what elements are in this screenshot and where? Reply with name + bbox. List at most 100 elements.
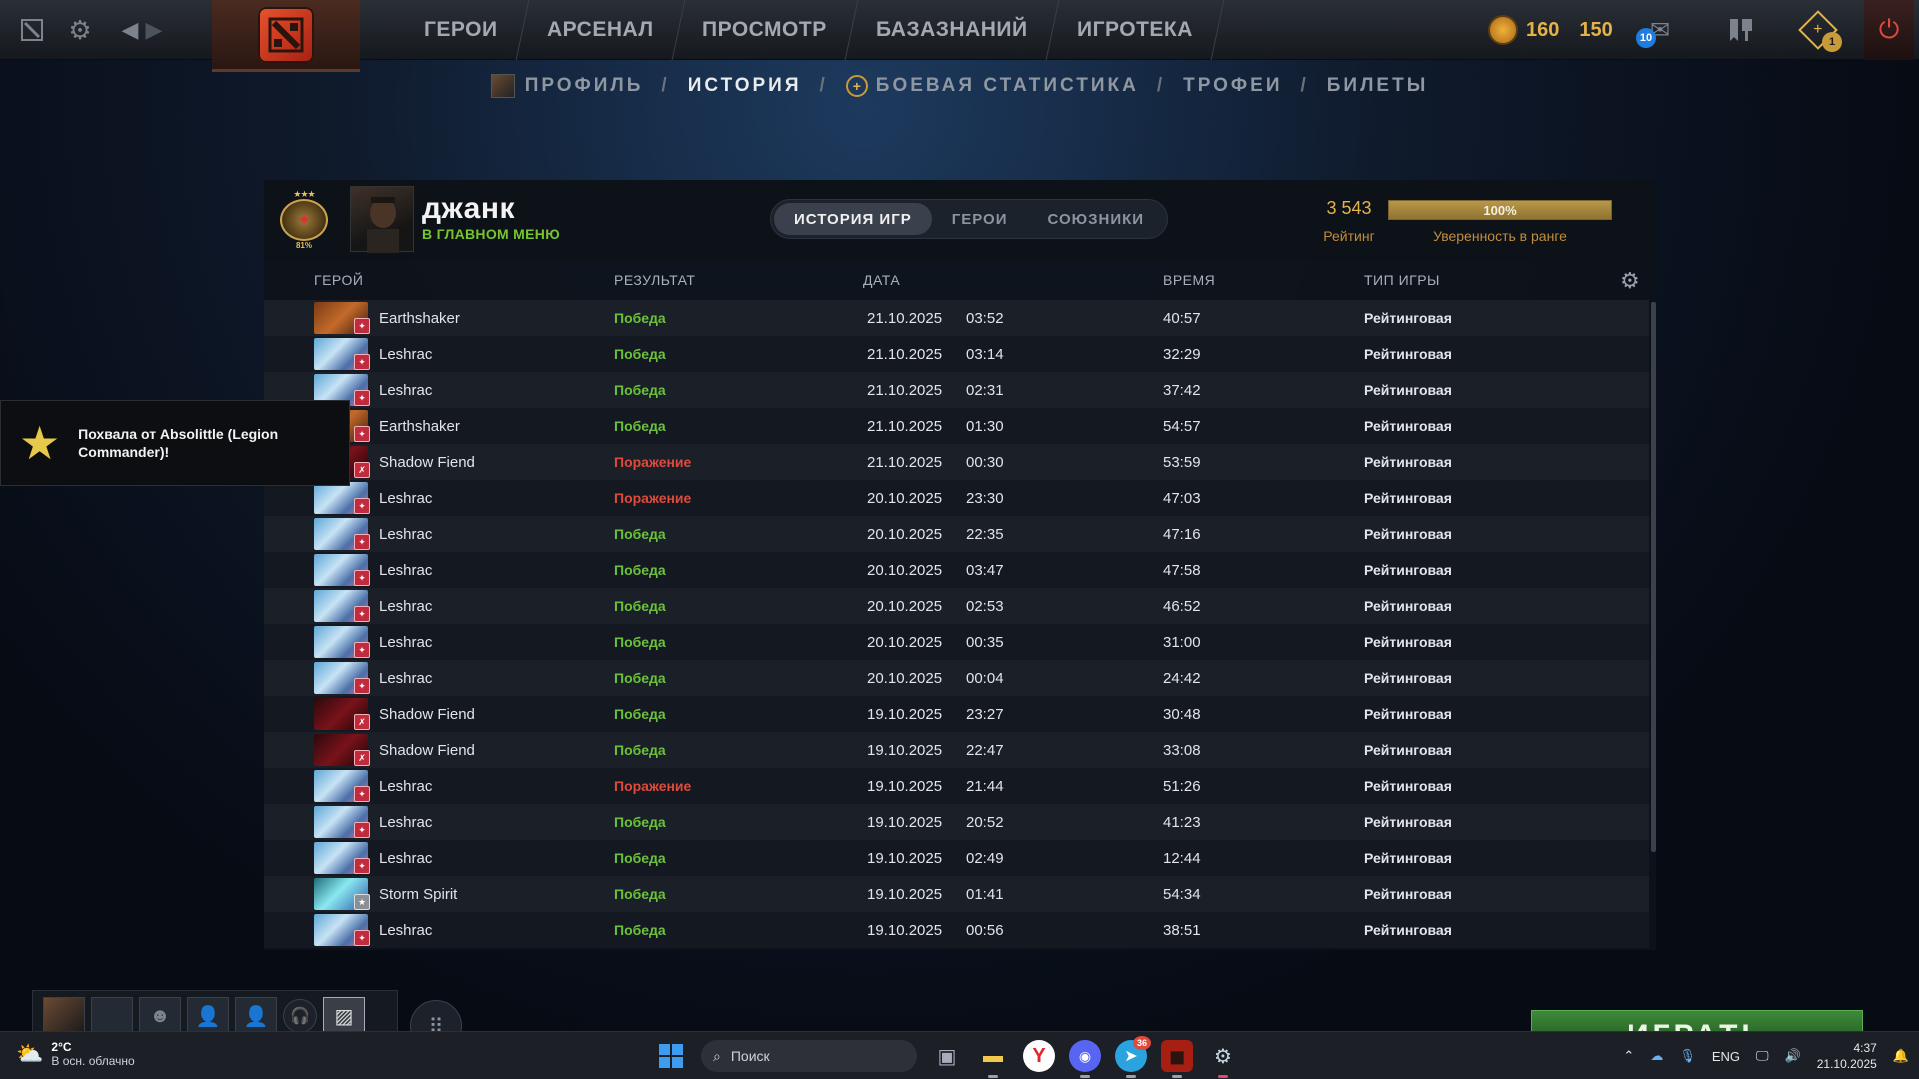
power-button[interactable]: ⏻ (1864, 0, 1914, 60)
match-row[interactable]: ✦ Leshrac Победа 21.10.2025 03:14 32:29 Рейтин… (264, 336, 1649, 372)
player-header: ★★★ ✦ 81% джанк В ГЛАВНОМ МЕНЮ ИСТОРИЯ И… (264, 180, 1656, 260)
tab-match-history[interactable]: ИСТОРИЯ ИГР (774, 203, 932, 235)
match-row[interactable]: ✦ Leshrac Победа 21.10.2025 02:31 37:42 Рейтин… (264, 372, 1649, 408)
tab-allies[interactable]: СОЮЗНИКИ (1028, 203, 1165, 235)
monitor-icon[interactable]: 🖵 (1756, 1048, 1769, 1064)
party-slot-smiley[interactable]: ☻ (139, 997, 181, 1035)
task-view-icon[interactable]: ▣ (931, 1040, 963, 1072)
forward-arrow-icon[interactable]: ▶ (142, 0, 166, 60)
nav-arcade[interactable]: ИГРОТЕКА (1046, 0, 1224, 60)
match-row[interactable]: ✦ Earthshaker Победа 21.10.2025 03:52 40:57 Ре… (264, 300, 1649, 336)
currency-area: 160 150 (1488, 0, 1613, 60)
match-row[interactable]: ✦ Leshrac Победа 19.10.2025 00:56 38:51 Рейтин… (264, 912, 1649, 948)
match-game-type: Рейтинговая (1364, 886, 1452, 902)
match-game-type: Рейтинговая (1364, 814, 1452, 830)
nav-knowledge-base[interactable]: БАЗАЗНАНИЙ (845, 0, 1059, 60)
match-date: 20.10.2025 (867, 525, 943, 543)
match-result: Победа (614, 886, 666, 902)
subnav-combat-stats[interactable]: + БОЕВАЯ СТАТИСТИКА (845, 74, 1139, 97)
match-row[interactable]: ✦ Leshrac Победа 19.10.2025 20:52 41:23 Рейтин… (264, 804, 1649, 840)
power-icon: ⏻ (1878, 14, 1900, 44)
match-start-time: 20:52 (966, 813, 1004, 831)
match-row[interactable]: ✦ Leshrac Победа 20.10.2025 02:53 46:52 Рейтин… (264, 588, 1649, 624)
party-slot[interactable] (91, 997, 133, 1035)
file-explorer-icon[interactable]: ▬ (977, 1040, 1009, 1078)
match-row[interactable]: ✦ Leshrac Победа 20.10.2025 00:35 31:00 Рейтин… (264, 624, 1649, 660)
subnav-trophies[interactable]: ТРОФЕИ (1183, 75, 1282, 97)
mail-button[interactable]: ✉ 10 (1636, 0, 1684, 60)
dota2-taskbar-icon[interactable]: ◼ (1161, 1040, 1193, 1078)
taskbar-search[interactable]: ⌕ Поиск (701, 1040, 917, 1072)
match-row[interactable]: ★ Storm Spirit Победа 19.10.2025 01:41 54:34 Р… (264, 876, 1649, 912)
rank-confidence-bar: 100% (1388, 200, 1612, 220)
match-start-time: 22:35 (966, 525, 1004, 543)
weather-desc: В осн. облачно (51, 1054, 135, 1068)
column-header-hero[interactable]: ГЕРОЙ (314, 272, 363, 288)
top-bar: ⚙ ◀ ▶ ГЕРОИ АРСЕНАЛ ПРОСМОТР БАЗАЗНАНИЙ … (0, 0, 1919, 72)
network-weather-icon[interactable]: ☁ (1650, 1048, 1663, 1064)
back-arrow-icon[interactable]: ◀ (118, 0, 142, 60)
clock-time: 4:37 (1853, 1041, 1877, 1055)
match-row[interactable]: ✦ Leshrac Поражение 19.10.2025 21:44 51:26 Рей… (264, 768, 1649, 804)
match-row[interactable]: ✦ Leshrac Победа 20.10.2025 00:04 24:42 Рейтин… (264, 660, 1649, 696)
tab-heroes[interactable]: ГЕРОИ (932, 203, 1028, 235)
commendation-notification[interactable]: ★ Похвала от Absolittle (Legion Commande… (0, 400, 350, 486)
party-slot-empty[interactable]: 👤 (235, 997, 277, 1035)
steam-icon[interactable]: ⚙ (1207, 1040, 1239, 1078)
match-result: Победа (614, 742, 666, 758)
language-indicator[interactable]: ENG (1712, 1049, 1740, 1064)
match-row[interactable]: ✦ Leshrac Победа 19.10.2025 02:49 12:44 Рейтин… (264, 840, 1649, 876)
player-avatar[interactable] (350, 186, 414, 253)
party-slot-empty[interactable]: 👤 (187, 997, 229, 1035)
gear-icon[interactable]: ⚙ (62, 0, 98, 60)
match-start-time: 00:30 (966, 453, 1004, 471)
microphone-icon[interactable]: 🎙 (1679, 1048, 1696, 1064)
battle-pass-button[interactable]: ▨ (323, 997, 365, 1035)
yandex-browser-icon[interactable]: Y (1023, 1040, 1055, 1072)
column-header-game-type[interactable]: ТИП ИГРЫ (1364, 272, 1440, 288)
table-settings-gear-icon[interactable]: ⚙ (1620, 268, 1640, 294)
subnav-tickets[interactable]: БИЛЕТЫ (1327, 75, 1429, 97)
match-row[interactable]: ✦ Leshrac Победа 20.10.2025 22:35 47:16 Рейтин… (264, 516, 1649, 552)
party-slot-self[interactable] (43, 997, 85, 1035)
column-header-result[interactable]: РЕЗУЛЬТАТ (614, 272, 695, 288)
match-row[interactable]: ✦ Leshrac Поражение 20.10.2025 23:30 47:03 Рей… (264, 480, 1649, 516)
nav-watch[interactable]: ПРОСМОТР (671, 0, 859, 60)
match-row[interactable]: ✗ Shadow Fiend Победа 19.10.2025 23:27 30:48 Р… (264, 696, 1649, 732)
volume-icon[interactable]: 🔊 (1785, 1048, 1801, 1064)
match-row[interactable]: ✗ Shadow Fiend Поражение 21.10.2025 00:30 53:… (264, 444, 1649, 480)
player-name: джанк (422, 192, 515, 225)
match-row[interactable]: ✦ Earthshaker Победа 21.10.2025 01:30 54:57 Ре… (264, 408, 1649, 444)
notification-bell-icon[interactable]: 🔔 (1893, 1048, 1909, 1064)
nav-armory[interactable]: АРСЕНАЛ (516, 0, 685, 60)
subnav-profile[interactable]: ПРОФИЛЬ (490, 74, 644, 98)
dota-menu-icon[interactable] (14, 0, 50, 60)
column-header-date[interactable]: ДАТА (863, 272, 900, 288)
subnav-separator: / (1156, 75, 1166, 96)
clock[interactable]: 4:37 21.10.2025 (1817, 1040, 1877, 1072)
match-duration: 33:08 (1163, 741, 1201, 759)
match-result: Поражение (614, 490, 692, 506)
hero-attribute-badge-icon: ✦ (354, 390, 370, 406)
guild-banner-icon[interactable] (1718, 0, 1764, 60)
voice-chat-button[interactable]: 🎧 (283, 999, 317, 1033)
telegram-badge: 36 (1133, 1036, 1151, 1050)
telegram-icon[interactable]: ➤ 36 (1115, 1036, 1151, 1078)
match-list-scrollbar[interactable] (1651, 302, 1656, 852)
discord-icon[interactable]: ◉ (1069, 1040, 1101, 1078)
weather-widget[interactable]: ⛅ 2°C В осн. облачно (16, 1040, 135, 1068)
windows-start-icon[interactable] (655, 1040, 687, 1072)
chevron-up-icon[interactable]: ⌃ (1623, 1048, 1634, 1064)
column-header-duration[interactable]: ВРЕМЯ (1163, 272, 1215, 288)
match-duration: 37:42 (1163, 381, 1201, 399)
subnav-history[interactable]: ИСТОРИЯ (688, 75, 802, 97)
match-row[interactable]: ✗ Shadow Fiend Победа 19.10.2025 22:47 33:08 Р… (264, 732, 1649, 768)
rank-medal-icon: ✦ (280, 199, 328, 241)
nav-heroes[interactable]: ГЕРОИ (393, 0, 529, 60)
windows-taskbar: ⛅ 2°C В осн. облачно ⌕ Поиск ▣ ▬ Y ◉ ➤ 3… (0, 1031, 1919, 1079)
match-date: 19.10.2025 (867, 885, 943, 903)
dota-plus-button[interactable]: + 1 (1794, 0, 1842, 60)
match-game-type: Рейтинговая (1364, 454, 1452, 470)
match-hero-name: Leshrac (379, 597, 433, 615)
match-row[interactable]: ✦ Leshrac Победа 20.10.2025 03:47 47:58 Рейтин… (264, 552, 1649, 588)
